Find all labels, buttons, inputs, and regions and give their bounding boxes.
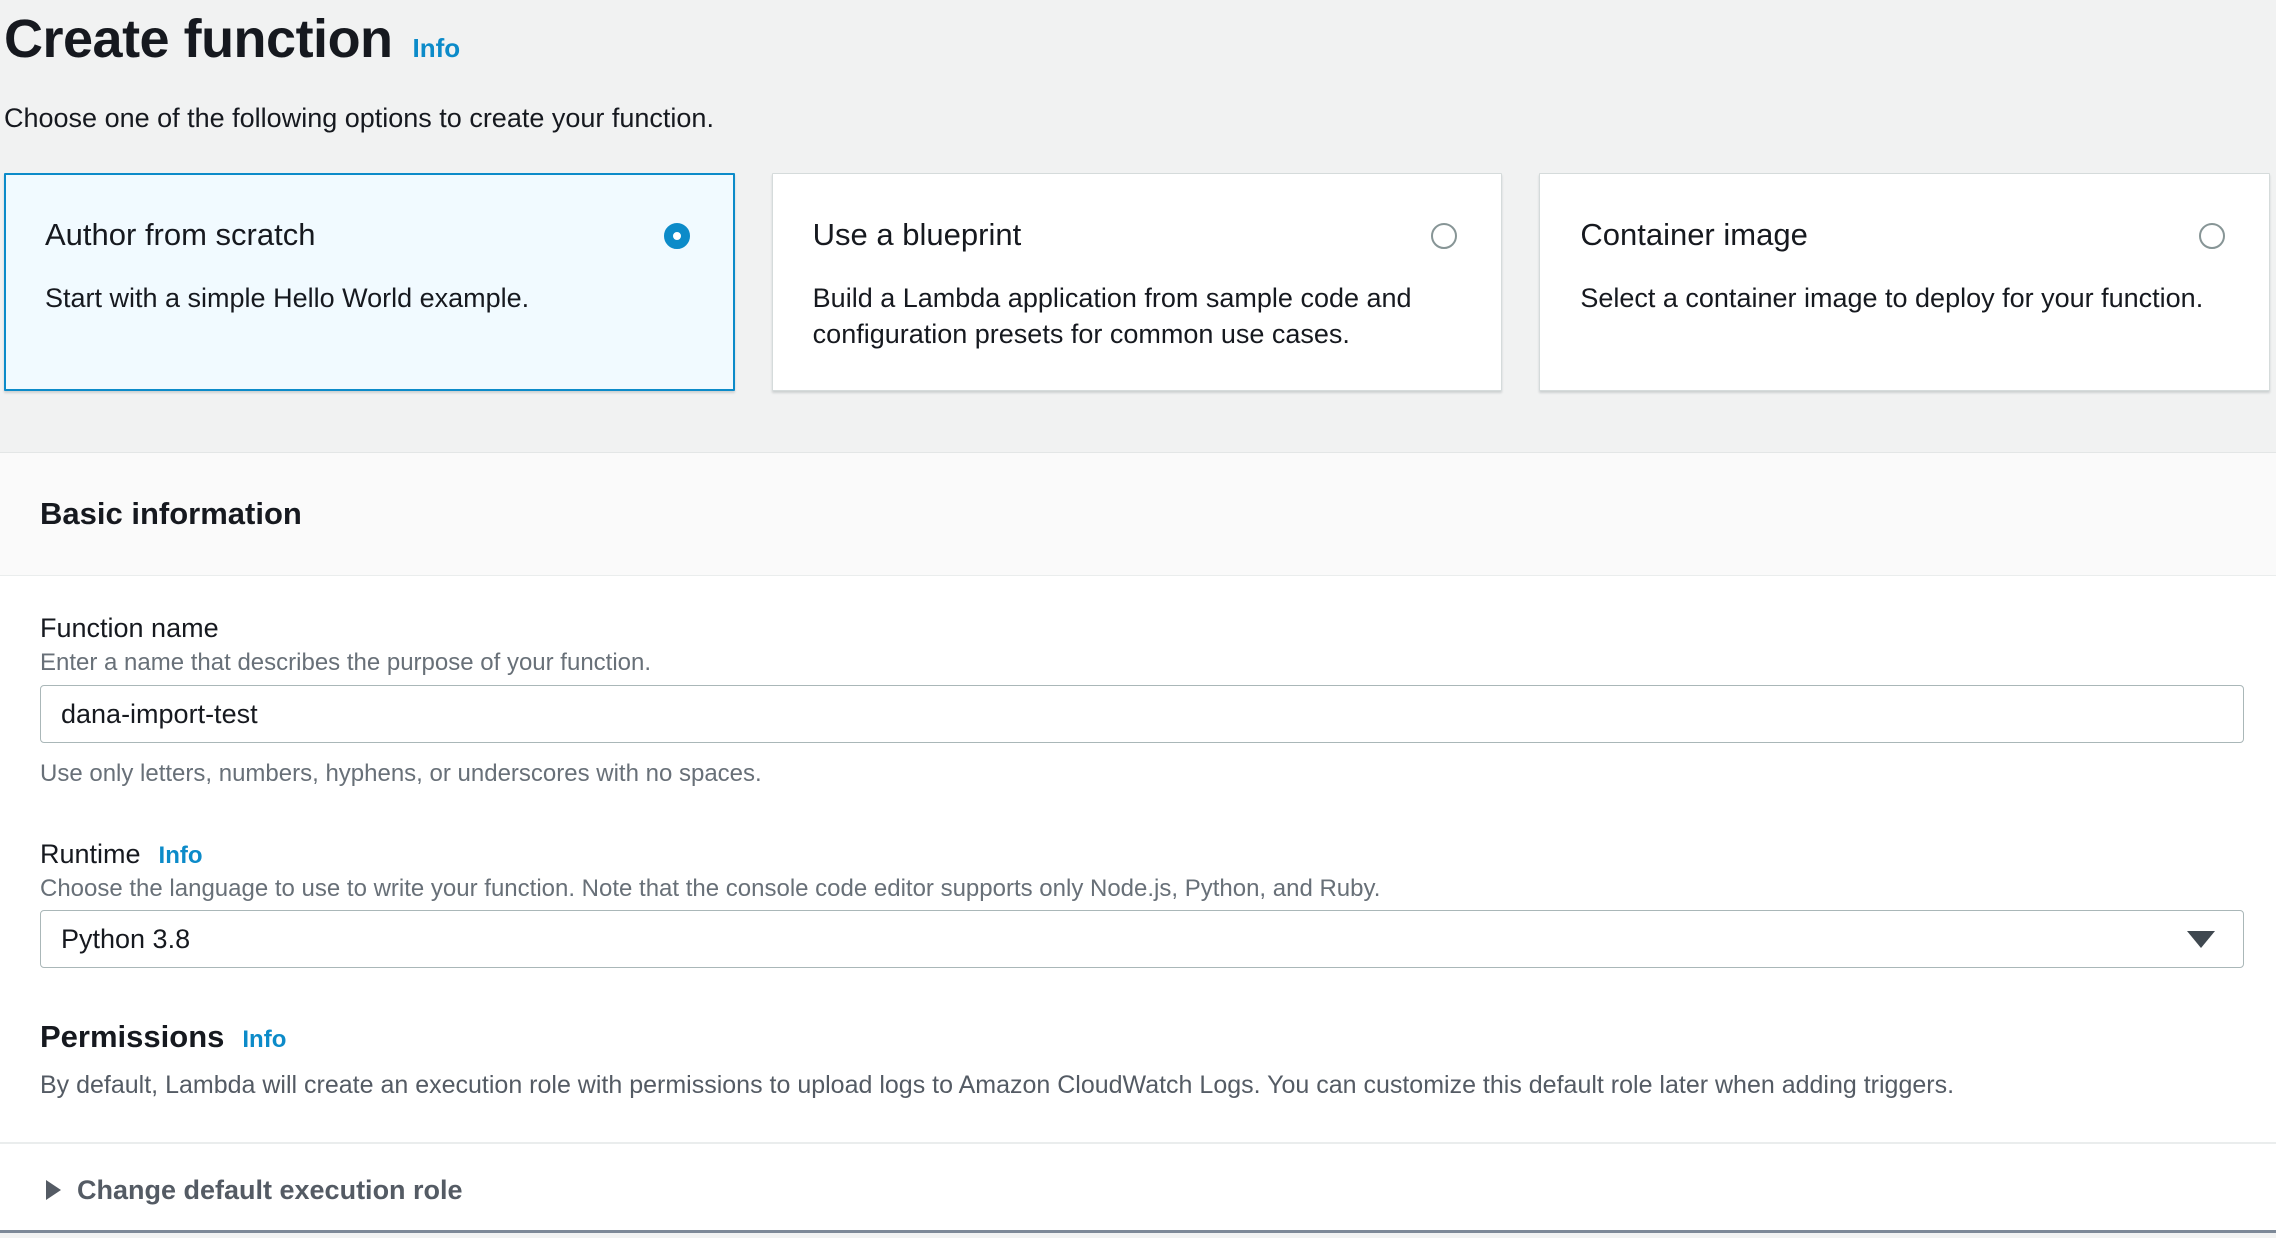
basic-information-header: Basic information [0,453,2276,576]
function-name-constraint: Use only letters, numbers, hyphens, or u… [40,759,2244,788]
card-container-image-description: Select a container image to deploy for y… [1580,280,2225,316]
page-title-row: Create function Info [4,8,2270,70]
caret-down-icon [2187,931,2215,948]
use-a-blueprint-radio[interactable] [1431,223,1457,249]
runtime-select[interactable]: Python 3.8 [40,910,2244,968]
bottom-divider [0,1230,2276,1233]
card-container-image-title: Container image [1580,216,2199,254]
page-subtitle: Choose one of the following options to c… [4,102,2270,135]
creation-option-cards: Author from scratch Start with a simple … [4,173,2270,391]
runtime-selected-option: Python 3.8 [61,924,190,955]
basic-information-body: Function name Enter a name that describe… [0,612,2276,1100]
change-default-execution-role-expander[interactable]: Change default execution role [0,1144,2276,1230]
change-default-execution-role-label: Change default execution role [77,1174,463,1206]
runtime-help: Choose the language to use to write your… [40,874,2244,903]
card-author-from-scratch-header: Author from scratch [45,216,690,254]
permissions-heading-row: Permissions Info [40,1018,2244,1055]
runtime-label: Runtime [40,838,141,871]
create-function-info-link[interactable]: Info [413,33,461,64]
runtime-info-link[interactable]: Info [159,842,203,870]
page-title: Create function [4,8,393,70]
card-use-a-blueprint-description: Build a Lambda application from sample c… [813,280,1458,352]
permissions-description: By default, Lambda will create an execut… [40,1070,2244,1100]
card-use-a-blueprint[interactable]: Use a blueprint Build a Lambda applicati… [772,173,1503,391]
permissions-heading: Permissions [40,1018,224,1055]
card-author-from-scratch-title: Author from scratch [45,216,664,254]
card-container-image-header: Container image [1580,216,2225,254]
card-author-from-scratch[interactable]: Author from scratch Start with a simple … [4,173,735,391]
expand-right-icon [46,1180,61,1200]
permissions-info-link[interactable]: Info [242,1026,286,1054]
function-name-label: Function name [40,612,2244,645]
function-name-help: Enter a name that describes the purpose … [40,648,2244,677]
container-image-radio[interactable] [2199,223,2225,249]
card-container-image[interactable]: Container image Select a container image… [1539,173,2270,391]
create-function-page: Create function Info Choose one of the f… [0,0,2276,391]
card-author-from-scratch-description: Start with a simple Hello World example. [45,280,690,316]
basic-information-heading: Basic information [40,496,2236,532]
basic-information-panel: Basic information Function name Enter a … [0,452,2276,1233]
runtime-label-row: Runtime Info [40,838,2244,871]
author-from-scratch-radio[interactable] [664,223,690,249]
card-use-a-blueprint-title: Use a blueprint [813,216,1432,254]
function-name-input[interactable] [40,685,2244,743]
card-use-a-blueprint-header: Use a blueprint [813,216,1458,254]
